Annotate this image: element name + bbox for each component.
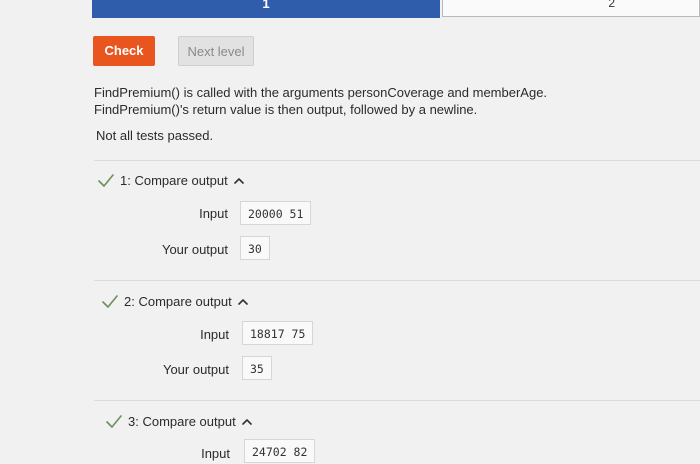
test-3-title: 3: Compare output xyxy=(128,414,236,429)
test-1-output-label: Your output xyxy=(161,242,228,257)
test-2-header[interactable]: 2: Compare output xyxy=(102,294,248,309)
test-2-title: 2: Compare output xyxy=(124,294,232,309)
test-1-header[interactable]: 1: Compare output xyxy=(98,173,244,188)
chevron-up-icon[interactable] xyxy=(233,177,244,185)
test-2-input-value: 18817 75 xyxy=(242,321,314,345)
task-description: FindPremium() is called with the argumen… xyxy=(94,84,547,118)
test-2-output-value: 35 xyxy=(242,356,272,380)
test-3-input-value: 24702 82 xyxy=(244,439,316,463)
test-1-input-label: Input xyxy=(199,206,228,221)
check-mark-icon xyxy=(102,294,118,308)
test-status-message: Not all tests passed. xyxy=(96,128,214,143)
test-3-header[interactable]: 3: Compare output xyxy=(106,414,252,429)
chevron-up-icon[interactable] xyxy=(237,298,248,306)
level-progress-bar: 1 2 xyxy=(92,0,700,18)
description-line-2: FindPremium()'s return value is then out… xyxy=(94,102,478,117)
divider xyxy=(94,400,700,401)
check-mark-icon xyxy=(98,173,114,187)
level-2-segment[interactable]: 2 xyxy=(442,0,700,17)
test-2-output-label: Your output xyxy=(162,362,229,377)
divider xyxy=(94,280,700,281)
check-mark-icon xyxy=(106,414,122,428)
test-1-input-value: 20000 51 xyxy=(240,201,312,225)
test-2-input-label: Input xyxy=(200,327,229,342)
test-3-input-label: Input xyxy=(201,446,230,461)
divider xyxy=(94,160,700,161)
test-1-output-value: 30 xyxy=(240,236,270,260)
check-button[interactable]: Check xyxy=(93,36,155,66)
chevron-up-icon[interactable] xyxy=(241,418,252,426)
description-line-1: FindPremium() is called with the argumen… xyxy=(94,85,548,100)
level-1-segment[interactable]: 1 xyxy=(92,0,440,18)
next-level-button[interactable]: Next level xyxy=(178,36,254,66)
test-1-title: 1: Compare output xyxy=(120,173,228,188)
